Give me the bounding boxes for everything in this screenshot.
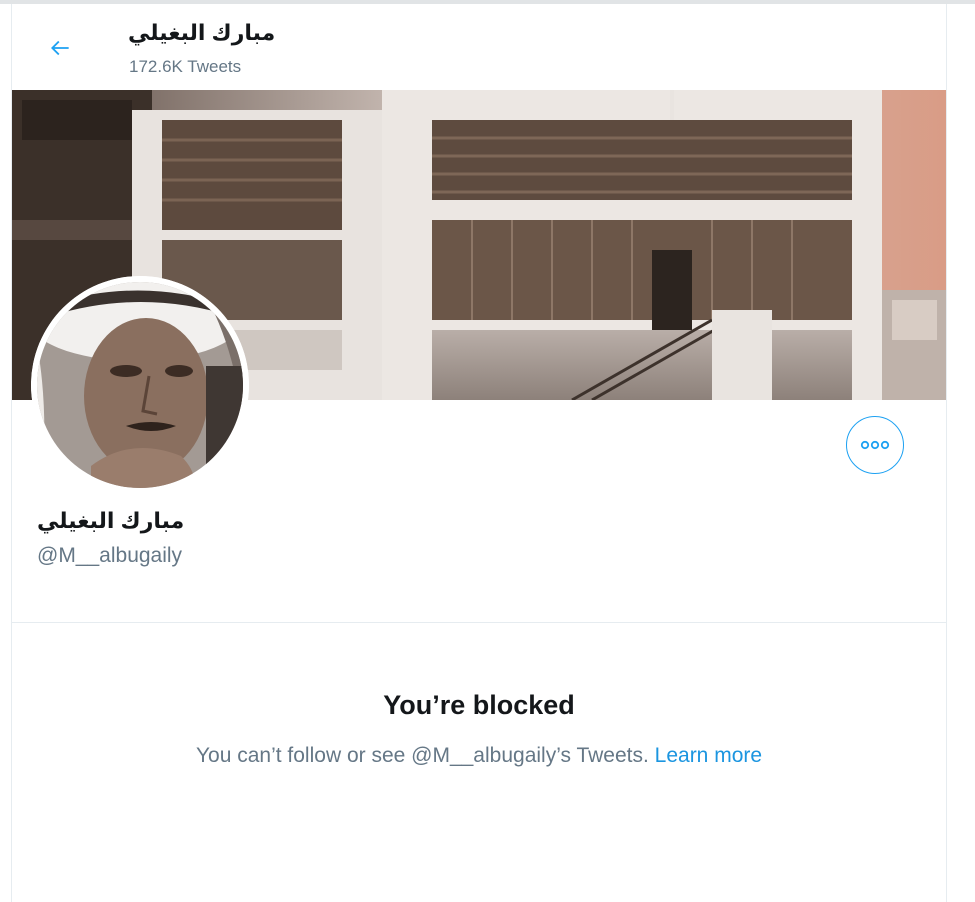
back-button[interactable] [40, 28, 80, 68]
profile-column: مبارك البغيلي 172.6K Tweets مبارك البغيل… [11, 4, 947, 902]
learn-more-link[interactable]: Learn more [655, 744, 762, 767]
right-gutter [947, 4, 975, 902]
more-options-button[interactable] [846, 416, 904, 474]
more-icon [860, 440, 890, 450]
profile-avatar[interactable] [31, 276, 249, 494]
blocked-message-line: You can’t follow or see @M__albugaily’s … [12, 744, 946, 768]
blocked-title: You’re blocked [383, 690, 575, 720]
page: مبارك البغيلي 172.6K Tweets مبارك البغيل… [0, 0, 975, 902]
blocked-message: You can’t follow or see @M__albugaily’s … [195, 744, 649, 767]
header-title: مبارك البغيلي [128, 20, 276, 45]
tweet-count: 172.6K Tweets [129, 57, 242, 76]
avatar-image [31, 276, 249, 494]
section-divider [12, 622, 946, 623]
profile-handle: @M__albugaily [37, 544, 183, 567]
profile-name: مبارك البغيلي [37, 508, 185, 533]
profile-header: مبارك البغيلي 172.6K Tweets [12, 4, 946, 90]
arrow-left-icon [51, 40, 69, 56]
